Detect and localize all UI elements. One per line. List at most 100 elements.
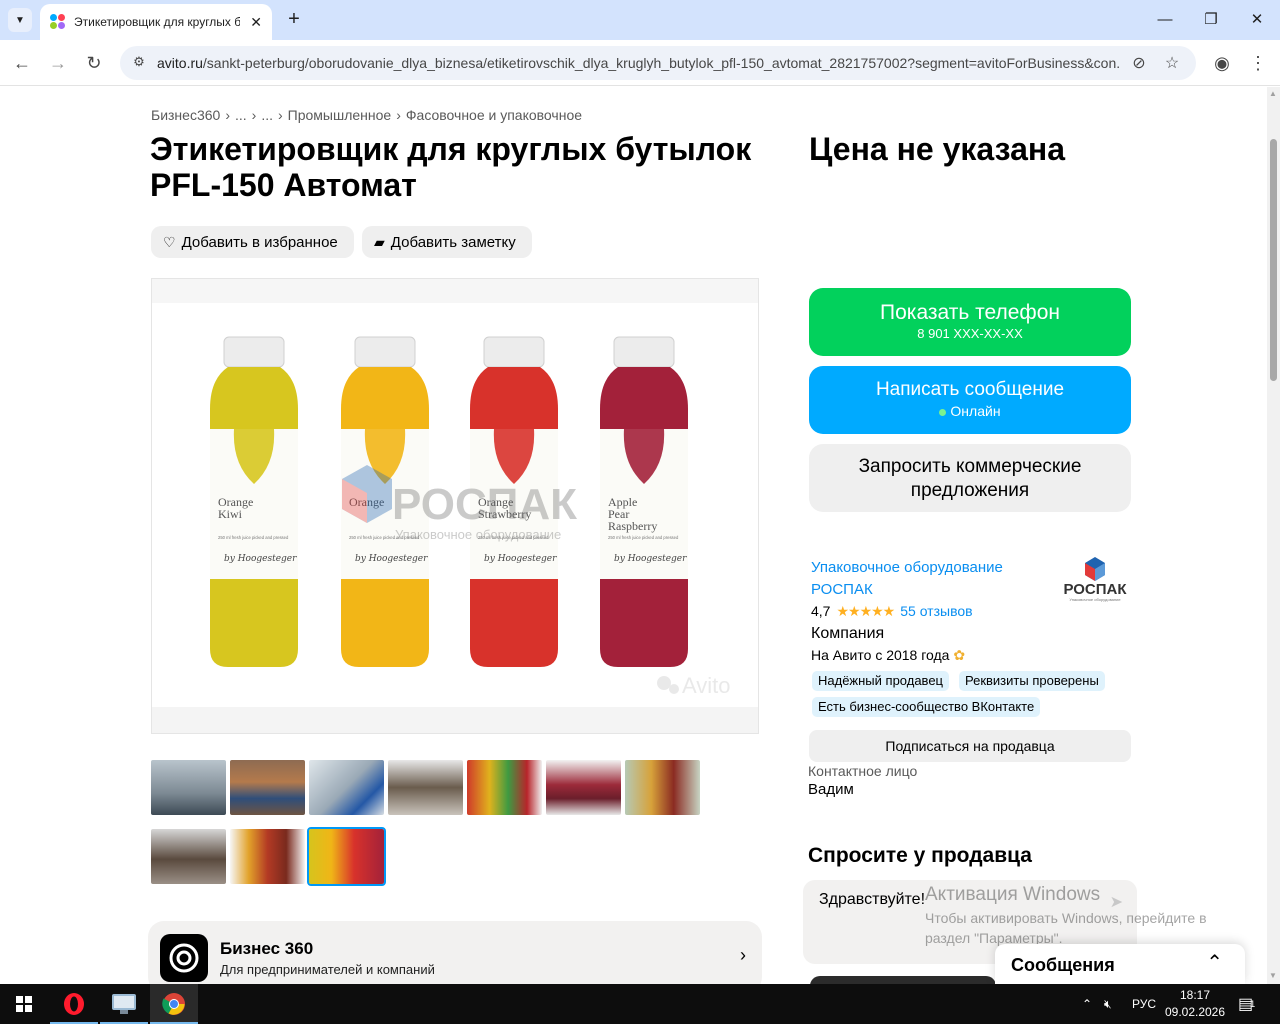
bottle-subtitle: 250 ml fresh juice picked and pressed: [218, 535, 289, 540]
scroll-up-icon[interactable]: ▲: [1269, 89, 1277, 98]
show-hidden-icons-icon[interactable]: ⌃: [1082, 984, 1092, 1024]
breadcrumb: Бизнес360 ›... ›... › Промышленное › Фасовочно…: [151, 107, 587, 123]
photo-thumbnail[interactable]: [151, 760, 226, 815]
seller-name-link[interactable]: Упаковочное оборудование РОСПАК: [811, 557, 1041, 601]
seller-logo[interactable]: РОСПАК Упаковочное оборудование: [1059, 557, 1131, 605]
badge-vk-community: Есть бизнес-сообщество ВКонтакте: [812, 697, 1041, 717]
language-indicator[interactable]: РУС: [1132, 984, 1156, 1024]
badge-reliable-seller: Надёжный продавец: [812, 671, 949, 691]
masked-phone-number: 8 901 XXX-XX-XX: [917, 326, 1023, 341]
browser-tabbar: ▼ Этикетировщик для круглых б ✕ + — ❐ ✕: [0, 0, 1280, 40]
windows-taskbar: ⌃ 🔇︎ РУС 18:17 09.02.2026 ▤ 1: [0, 984, 1280, 1024]
avito-favicon-icon: [50, 14, 66, 30]
forward-arrow-icon[interactable]: →: [44, 49, 72, 77]
tab-close-icon[interactable]: ✕: [250, 14, 262, 31]
site-settings-icon[interactable]: ⚙: [130, 54, 148, 72]
restore-icon[interactable]: ❐: [1188, 6, 1234, 34]
bottle-flavor-label: Raspberry: [608, 519, 657, 533]
activation-title: Активация Windows: [925, 884, 1101, 905]
opera-icon[interactable]: [50, 984, 98, 1024]
breadcrumb-item[interactable]: ...: [235, 107, 247, 123]
photo-thumbnail[interactable]: [230, 829, 305, 884]
photo-thumbnail[interactable]: [467, 760, 542, 815]
minimize-icon[interactable]: —: [1142, 6, 1188, 34]
photo-thumbnail[interactable]: [151, 829, 226, 884]
breadcrumb-separator: ›: [225, 107, 230, 123]
new-tab-button[interactable]: +: [282, 8, 306, 32]
page-viewport: Бизнес360 ›... ›... › Промышленное › Фасовочно…: [0, 87, 1267, 984]
menu-kebab-icon[interactable]: ⋮: [1245, 50, 1271, 76]
profile-icon[interactable]: ◉: [1209, 50, 1235, 76]
main-photo[interactable]: Orange Kiwi 250 ml fresh juice picked and …: [151, 278, 759, 734]
address-bar[interactable]: ⚙ avito.ru/sankt-peterburg/oborudovanie_…: [120, 46, 1196, 80]
reload-icon[interactable]: ↻: [80, 49, 108, 77]
browser-tab-active[interactable]: Этикетировщик для круглых б ✕: [40, 4, 272, 40]
add-note-button[interactable]: ▰ Добавить заметку: [362, 226, 532, 258]
add-note-label: Добавить заметку: [390, 233, 516, 251]
location-blocked-icon[interactable]: ⊘: [1128, 53, 1150, 75]
add-favorite-label: Добавить в избранное: [181, 233, 338, 251]
show-phone-button[interactable]: Показать телефон 8 901 XXX-XX-XX: [809, 288, 1131, 356]
windows-activation-watermark: Активация Windows Чтобы активировать Win…: [925, 884, 1235, 948]
seller-rating: 4,7 ★★★★★ 55 отзывов: [811, 603, 973, 620]
heart-icon: ♡: [163, 233, 176, 250]
bookmark-star-icon[interactable]: ☆: [1161, 53, 1183, 75]
close-window-icon[interactable]: ✕: [1234, 6, 1280, 34]
clock-time: 18:17: [1179, 988, 1211, 1002]
breadcrumb-item[interactable]: Бизнес360: [151, 107, 220, 123]
medal-icon: ✿: [953, 647, 966, 663]
rating-stars-icon: ★★★★★: [836, 603, 895, 619]
chevron-right-icon: ›: [740, 945, 746, 965]
url-path: /sankt-peterburg/oborudovanie_dlya_bizne…: [202, 55, 1119, 71]
request-offers-button[interactable]: Запросить коммерческие предложения: [809, 444, 1131, 512]
chevron-up-icon[interactable]: ⌃: [1206, 950, 1223, 975]
show-phone-label: Показать телефон: [880, 301, 1060, 324]
add-favorite-button[interactable]: ♡ Добавить в избранное: [151, 226, 354, 258]
scrollbar-thumb[interactable]: [1270, 139, 1277, 381]
activation-text: Чтобы активировать Windows, перейдите в …: [925, 910, 1207, 946]
bottle-signature: by Hoogesteger: [484, 554, 557, 564]
clock-date: 09.02.2026: [1164, 1005, 1226, 1019]
photo-thumbnail[interactable]: [309, 760, 384, 815]
write-message-button[interactable]: Написать сообщение Онлайн: [809, 366, 1131, 434]
windows-start-icon[interactable]: [0, 984, 48, 1024]
photo-thumbnail[interactable]: [230, 760, 305, 815]
juice-bottle: ApplePearRaspberry250 ml fresh juice pic…: [600, 336, 688, 667]
notifications-icon[interactable]: ▤ 1: [1238, 984, 1255, 1024]
rating-value: 4,7: [811, 603, 831, 619]
breadcrumb-separator: ›: [251, 107, 257, 123]
online-status: Онлайн: [950, 403, 1001, 419]
tab-list-button[interactable]: ▼: [8, 8, 32, 32]
chat-button-edge[interactable]: [810, 976, 996, 984]
business360-banner[interactable]: Бизнес 360 Для предпринимателей и компан…: [148, 921, 762, 984]
photo-thumbnail[interactable]: [546, 760, 621, 815]
listing-price: Цена не указана: [809, 131, 1065, 167]
photo-thumbnail[interactable]: [307, 827, 386, 886]
browser-toolbar: ← → ↻ ⚙ avito.ru/sankt-peterburg/oborudo…: [0, 40, 1280, 86]
remote-desktop-icon[interactable]: [100, 984, 148, 1024]
photo-thumbnail[interactable]: [625, 760, 700, 815]
scroll-down-icon[interactable]: ▼: [1269, 971, 1277, 980]
notification-count: 1: [1250, 999, 1256, 1009]
request-offers-label: Запросить коммерческие предложения: [858, 456, 1082, 501]
url-text[interactable]: avito.ru/sankt-peterburg/oborudovanie_dl…: [157, 55, 1119, 71]
page-scrollbar[interactable]: ▲ ▼: [1267, 87, 1280, 984]
back-arrow-icon[interactable]: ←: [8, 49, 36, 77]
reviews-link[interactable]: 55 отзывов: [900, 603, 972, 619]
breadcrumb-item[interactable]: Фасовочное и упаковочное: [406, 107, 582, 123]
seller-since-text: На Авито с 2018 года: [811, 647, 950, 663]
breadcrumb-item[interactable]: ...: [261, 107, 273, 123]
volume-muted-icon[interactable]: 🔇︎: [1104, 984, 1112, 1024]
ask-seller-draft[interactable]: Здравствуйте!: [819, 891, 925, 909]
messages-panel[interactable]: Сообщения ⌃: [995, 944, 1245, 984]
contact-person-label: Контактное лицо: [808, 763, 918, 779]
breadcrumb-item[interactable]: Промышленное: [288, 107, 392, 123]
business360-title: Бизнес 360: [220, 939, 314, 958]
taskbar-clock[interactable]: 18:17 09.02.2026: [1160, 987, 1230, 1021]
photo-thumbnail[interactable]: [388, 760, 463, 815]
badge-verified-details: Реквизиты проверены: [959, 671, 1105, 691]
breadcrumb-separator: ›: [396, 107, 401, 123]
breadcrumb-separator: ›: [278, 107, 283, 123]
subscribe-seller-button[interactable]: Подписаться на продавца: [809, 730, 1131, 762]
chrome-icon[interactable]: [150, 984, 198, 1024]
